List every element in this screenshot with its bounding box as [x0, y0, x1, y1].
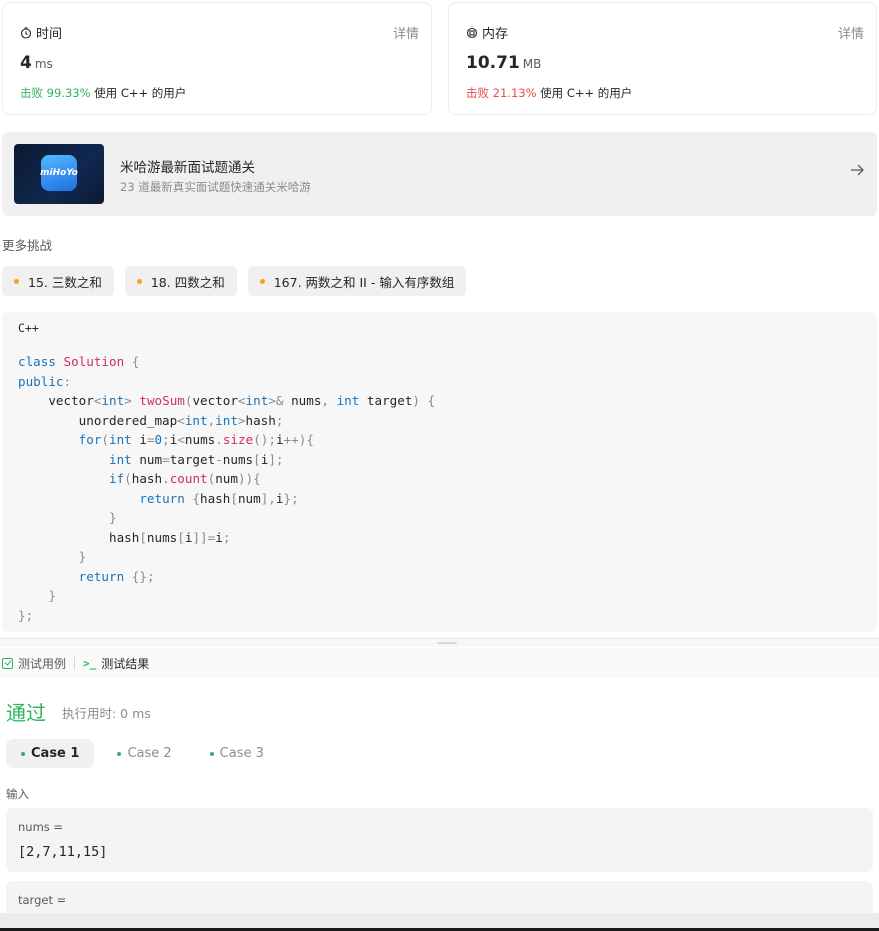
- code-line: for(int i=0;i<nums.size();i++){: [78, 432, 314, 447]
- memory-unit: MB: [522, 57, 542, 71]
- memory-beat-prefix: 击败: [466, 86, 493, 100]
- code-line: class Solution {: [18, 354, 140, 369]
- challenge-chip[interactable]: 18. 四数之和: [124, 266, 237, 296]
- result-status: 通过: [6, 701, 46, 725]
- clock-icon: [20, 26, 32, 39]
- input-field-nums: nums = [2,7,11,15]: [6, 808, 873, 872]
- bottom-tabs: 测试用例 >_ 测试结果: [0, 648, 879, 678]
- chip-icon: [466, 27, 478, 38]
- runtime-title: 时间: [36, 27, 63, 42]
- code-line: }: [109, 510, 117, 525]
- case-tab-1[interactable]: Case 1: [6, 739, 95, 768]
- promo-banner[interactable]: miHoYo 米哈游最新面试题通关 23 道最新真实面试题快速通关米哈游: [2, 132, 877, 216]
- code-line: return {};: [78, 568, 155, 584]
- difficulty-dot-icon: [259, 278, 265, 284]
- memory-beat-percent: 21.13%: [492, 86, 537, 100]
- input-name: nums =: [18, 820, 64, 834]
- more-challenges-label: 更多挑战: [2, 238, 53, 253]
- checkbox-icon: [2, 657, 13, 669]
- drag-handle-icon[interactable]: [437, 642, 457, 644]
- input-value: [2,7,11,15]: [18, 844, 108, 860]
- runtime-beat-prefix: 击败: [20, 86, 47, 100]
- code-line: }: [48, 588, 56, 603]
- input-section-label: 输入: [6, 787, 29, 801]
- pass-dot-icon: [21, 751, 25, 756]
- difficulty-dot-icon: [136, 278, 142, 284]
- pass-dot-icon: [117, 751, 122, 756]
- memory-beat-suffix: 使用 C++ 的用户: [536, 86, 633, 100]
- tab-test-cases-label: 测试用例: [18, 656, 67, 671]
- result-runtime: 执行用时: 0 ms: [62, 706, 151, 721]
- code-line: public:: [18, 373, 72, 389]
- case-tab-label: Case 2: [127, 746, 172, 761]
- promo-thumbnail: miHoYo: [14, 144, 104, 204]
- challenge-chip[interactable]: 15. 三数之和: [2, 266, 114, 296]
- code-line: };: [18, 607, 34, 623]
- code-line: int num=target-nums[i];: [109, 451, 284, 467]
- case-tab-3[interactable]: Case 3: [195, 739, 279, 768]
- code-line: return {hash[num],i};: [139, 490, 299, 506]
- pass-dot-icon: [209, 751, 214, 756]
- runtime-header: 时间: [20, 23, 62, 42]
- memory-beat-text: 击败 21.13% 使用 C++ 的用户: [466, 85, 632, 101]
- code-line: unordered_map<int,int>hash;: [18, 412, 284, 428]
- challenge-chip[interactable]: 167. 两数之和 II - 输入有序数组: [247, 266, 467, 296]
- memory-number: 10.71: [466, 53, 520, 73]
- memory-header: 内存: [466, 23, 508, 42]
- terminal-icon: >_: [83, 656, 97, 670]
- memory-value: 10.71 MB: [466, 53, 541, 73]
- runtime-unit: ms: [34, 57, 53, 71]
- bottom-scroll-edge: [0, 913, 879, 931]
- case-tabs: Case 1 Case 2 Case 3: [6, 739, 279, 768]
- code-line: hash[nums[i]]=i;: [18, 529, 231, 545]
- input-name: target =: [18, 893, 67, 907]
- code-line: vector<int> twoSum(vector<int>& nums, in…: [18, 393, 436, 408]
- case-tab-2[interactable]: Case 2: [102, 739, 186, 768]
- challenge-chip-label: 167. 两数之和 II - 输入有序数组: [273, 274, 455, 290]
- runtime-beat-percent: 99.33%: [46, 86, 91, 100]
- tab-test-cases[interactable]: 测试用例: [0, 655, 66, 672]
- case-tab-label: Case 3: [219, 746, 264, 761]
- code-block: C++ class Solution { public: vector<int>…: [2, 312, 877, 632]
- promo-subtitle: 23 道最新真实面试题快速通关米哈游: [120, 180, 311, 194]
- runtime-value: 4 ms: [20, 53, 53, 73]
- promo-title: 米哈游最新面试题通关: [120, 160, 255, 176]
- challenge-chip-label: 18. 四数之和: [150, 274, 225, 290]
- arrow-right-icon[interactable]: [849, 162, 865, 183]
- memory-card: 内存 详情 10.71 MB 击败 21.13% 使用 C++ 的用户: [448, 2, 877, 115]
- code-line: if(hash.count(num)){: [109, 471, 261, 486]
- runtime-beat-suffix: 使用 C++ 的用户: [90, 86, 187, 100]
- panel-resize-divider[interactable]: [0, 638, 879, 647]
- tab-test-result[interactable]: >_ 测试结果: [83, 655, 149, 672]
- mihoyo-logo: miHoYo: [40, 155, 78, 191]
- code-line: }: [78, 549, 87, 564]
- difficulty-dot-icon: [14, 278, 19, 284]
- code-content: class Solution { public: vector<int> two…: [18, 352, 435, 625]
- runtime-card: 时间 详情 4 ms 击败 99.33% 使用 C++ 的用户: [2, 2, 432, 115]
- challenge-chips: 15. 三数之和 18. 四数之和 167. 两数之和 II - 输入有序数组: [2, 266, 467, 296]
- challenge-chip-label: 15. 三数之和: [28, 274, 102, 290]
- tab-test-result-label: 测试结果: [101, 656, 150, 671]
- runtime-number: 4: [20, 53, 32, 73]
- memory-detail-link[interactable]: 详情: [838, 23, 864, 42]
- memory-title: 内存: [482, 27, 509, 42]
- runtime-detail-link[interactable]: 详情: [393, 23, 419, 42]
- runtime-beat-text: 击败 99.33% 使用 C++ 的用户: [20, 85, 186, 101]
- tab-separator: [74, 656, 76, 670]
- case-tab-label: Case 1: [31, 746, 80, 761]
- code-language: C++: [18, 321, 39, 335]
